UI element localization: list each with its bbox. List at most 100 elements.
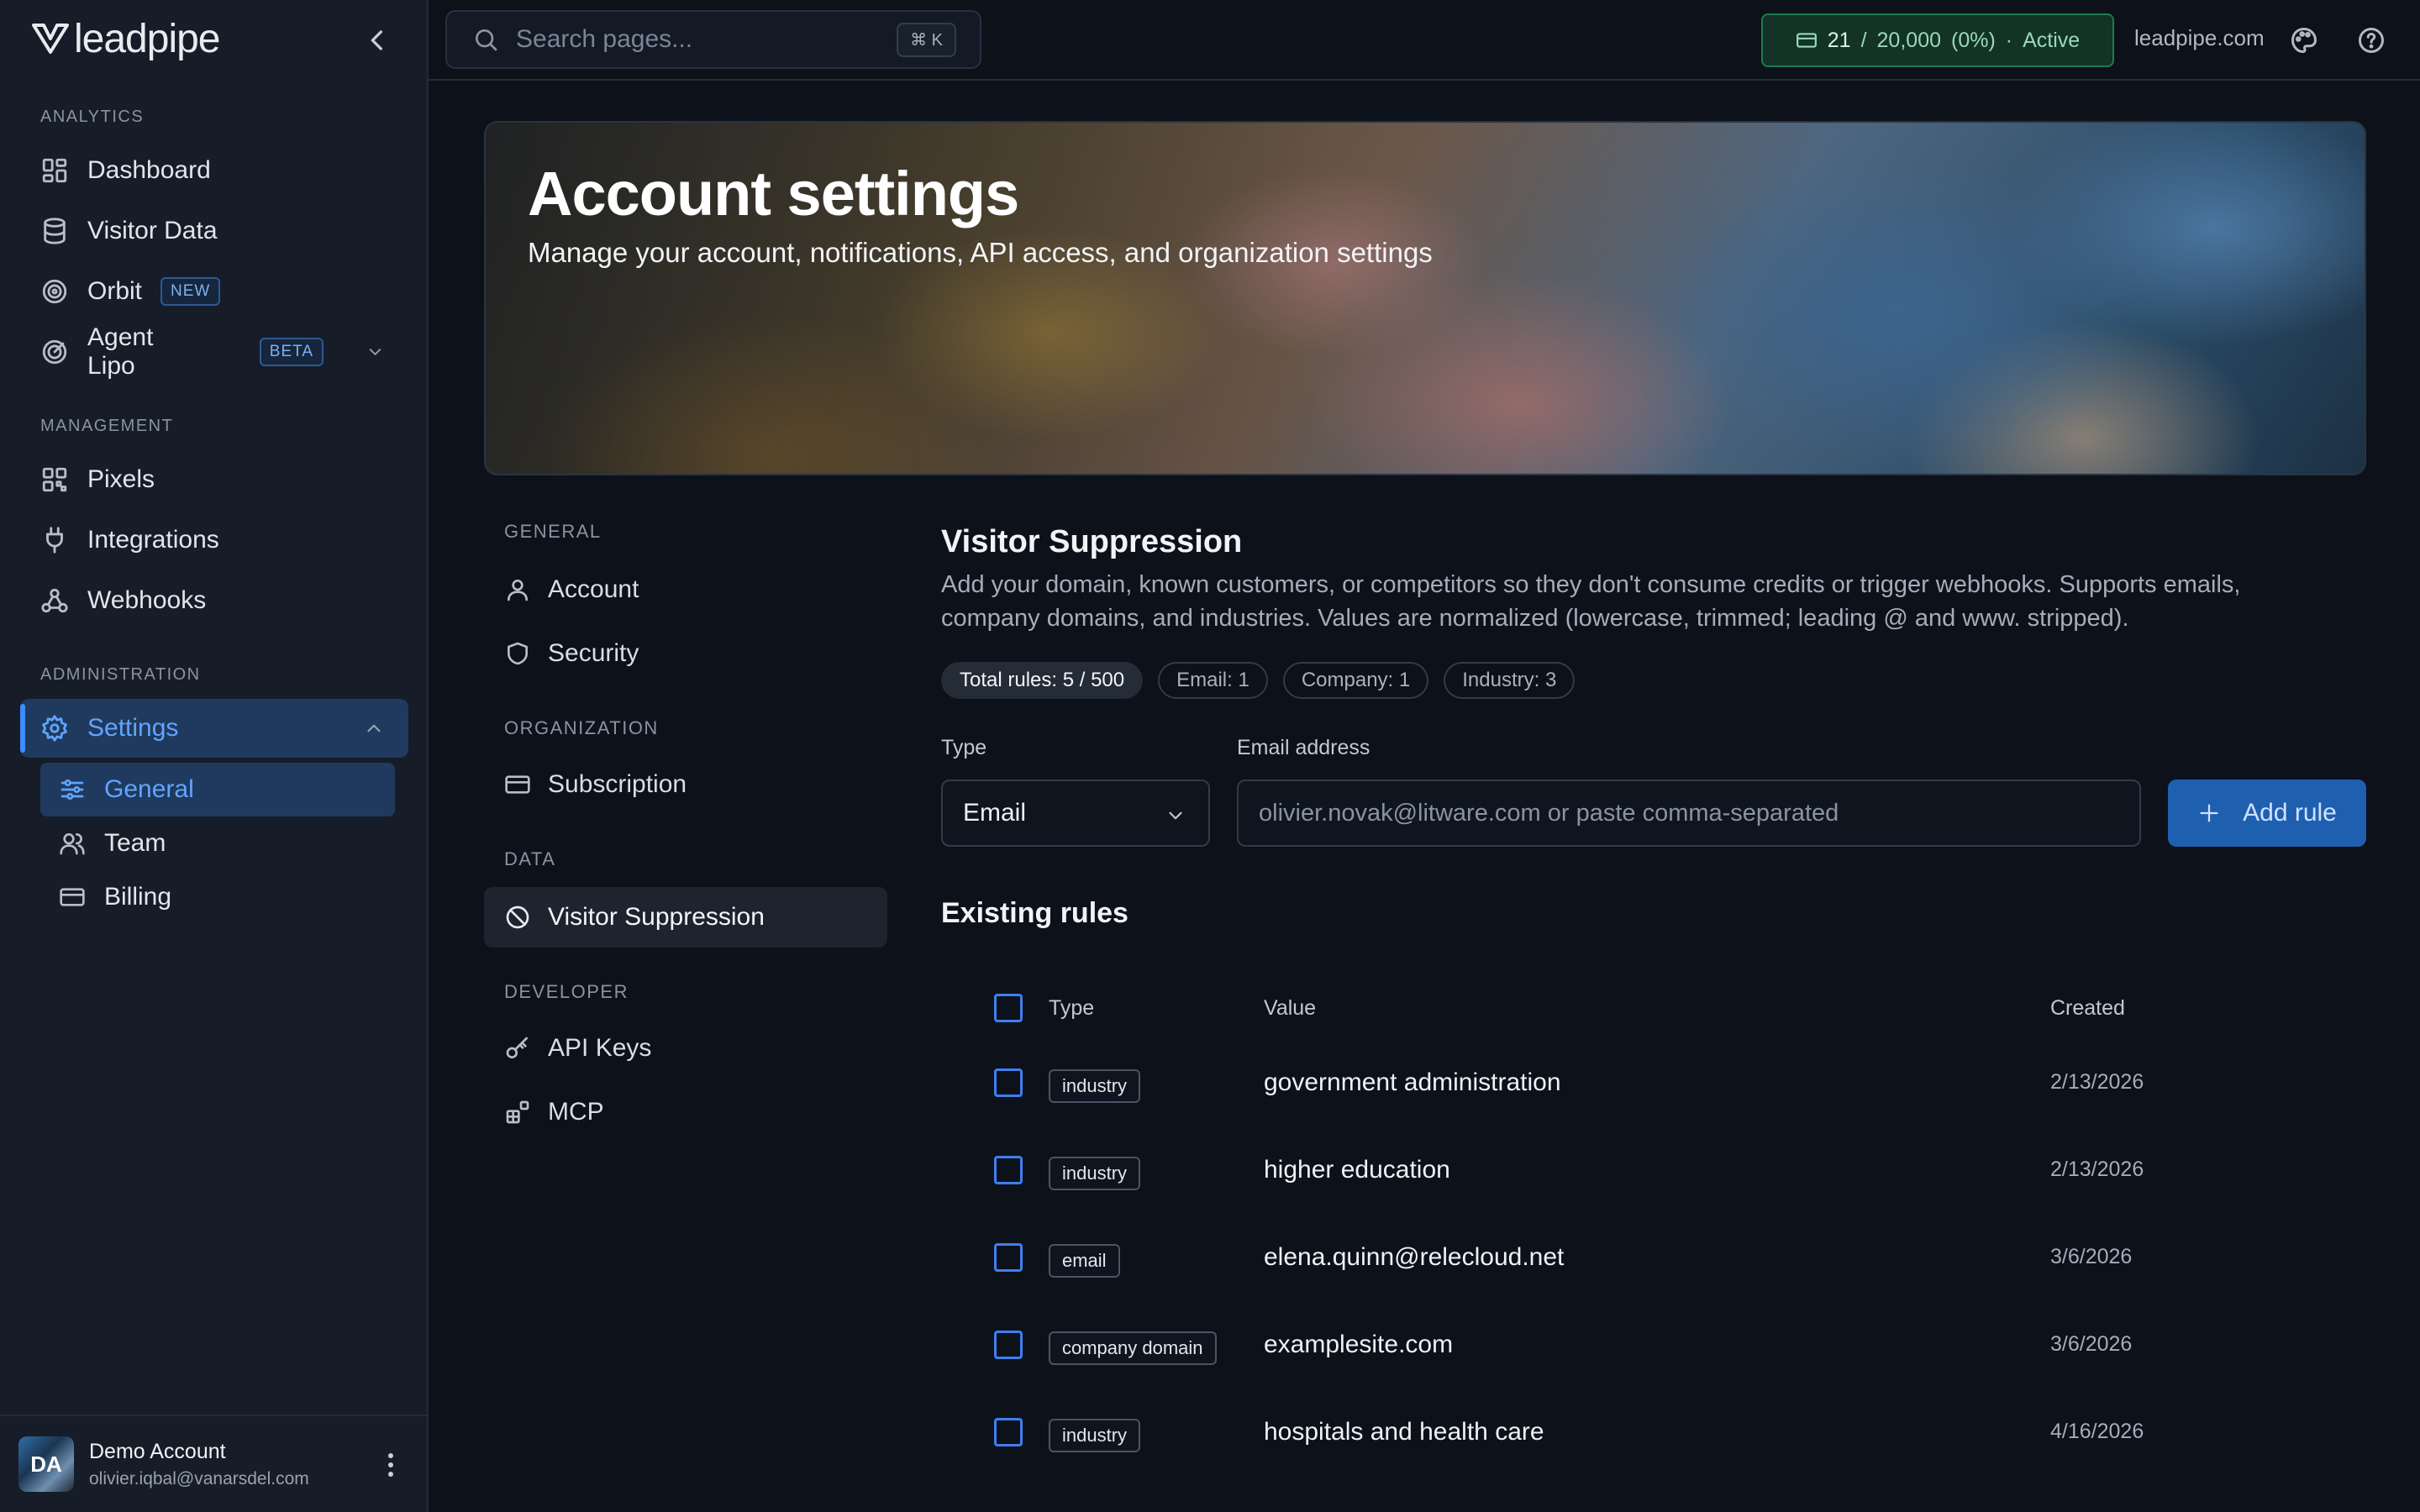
rule-count-chips: Total rules: 5 / 500 Email: 1 Company: 1… bbox=[941, 662, 1576, 699]
credits-dot: · bbox=[2005, 28, 2013, 52]
settings-nav-visitor-suppression[interactable]: Visitor Suppression bbox=[484, 887, 887, 948]
sidebar-item-label: Orbit bbox=[87, 277, 143, 305]
row-checkbox[interactable] bbox=[994, 1243, 1023, 1272]
sidebar-subitem-billing[interactable]: Billing bbox=[40, 870, 395, 924]
row-checkbox[interactable] bbox=[994, 1331, 1023, 1359]
dashboard-icon bbox=[42, 158, 67, 183]
existing-rules-title: Existing rules bbox=[941, 897, 1128, 929]
rule-value: examplesite.com bbox=[1264, 1331, 1454, 1358]
hero-banner: Account settings Manage your account, no… bbox=[484, 121, 2366, 475]
settings-nav-label: Account bbox=[548, 575, 639, 603]
gear-icon bbox=[42, 715, 67, 742]
shield-icon bbox=[508, 642, 528, 665]
add-rule-button[interactable]: Add rule bbox=[2168, 780, 2366, 847]
settings-nav-security[interactable]: Security bbox=[484, 623, 887, 684]
more-vertical-icon[interactable] bbox=[387, 1452, 395, 1478]
settings-nav-mcp[interactable]: MCP bbox=[484, 1082, 887, 1142]
plug-icon bbox=[46, 527, 63, 554]
rule-created-date: 3/6/2026 bbox=[2050, 1332, 2133, 1356]
section-title: Visitor Suppression bbox=[941, 524, 1243, 559]
section-label-management: MANAGEMENT bbox=[40, 417, 174, 435]
sidebar-item-agent-lipo[interactable]: Agent Lipo BETA bbox=[20, 323, 408, 381]
rule-type-tag: industry bbox=[1049, 1419, 1141, 1452]
email-address-input[interactable] bbox=[1237, 780, 2141, 847]
sidebar-item-label: Agent Lipo bbox=[87, 323, 154, 380]
chevron-left-icon bbox=[371, 30, 382, 50]
key-icon bbox=[506, 1037, 528, 1058]
sidebar-item-settings[interactable]: Settings bbox=[20, 699, 408, 758]
section-label-analytics: ANALYTICS bbox=[40, 108, 145, 126]
settings-nav-label: API Keys bbox=[548, 1034, 652, 1062]
sidebar-item-label: Pixels bbox=[87, 465, 155, 493]
add-rule-label: Add rule bbox=[2243, 799, 2337, 827]
credits-used: 21 bbox=[1827, 28, 1851, 52]
sidebar-item-label: Settings bbox=[87, 714, 179, 742]
webhook-icon bbox=[41, 588, 68, 613]
user-account-box[interactable]: DA Demo Account olivier.iqbal@vanarsdel.… bbox=[0, 1415, 429, 1512]
sidebar-item-webhooks[interactable]: Webhooks bbox=[20, 571, 408, 630]
sliders-icon bbox=[60, 780, 84, 800]
settings-nav-label: Security bbox=[548, 639, 639, 667]
credits-status-badge[interactable]: 21 / 20,000 (0%) · Active bbox=[1761, 13, 2114, 67]
settings-nav-label-organization: ORGANIZATION bbox=[504, 717, 659, 738]
credits-percent: (0%) bbox=[1951, 28, 1996, 52]
search-input[interactable] bbox=[516, 25, 869, 54]
collapse-sidebar-button[interactable] bbox=[361, 24, 395, 57]
search-box[interactable]: ⌘ K bbox=[445, 10, 981, 69]
select-all-checkbox[interactable] bbox=[994, 994, 1023, 1022]
sidebar-subitem-label: Team bbox=[104, 829, 166, 857]
brand-logo[interactable]: leadpipe bbox=[32, 17, 220, 61]
sidebar-subitem-general[interactable]: General bbox=[40, 763, 395, 816]
settings-nav-account[interactable]: Account bbox=[484, 559, 887, 620]
email-count-chip: Email: 1 bbox=[1158, 662, 1268, 699]
beta-badge: BETA bbox=[259, 338, 324, 366]
rule-created-date: 2/13/2026 bbox=[2050, 1158, 2144, 1181]
blocks-icon bbox=[506, 1100, 529, 1124]
user-name: Demo Account bbox=[89, 1439, 226, 1463]
total-rules-chip: Total rules: 5 / 500 bbox=[941, 662, 1144, 699]
sidebar-item-integrations[interactable]: Integrations bbox=[20, 511, 408, 570]
rule-created-date: 4/16/2026 bbox=[2050, 1420, 2144, 1443]
sidebar-item-orbit[interactable]: Orbit NEW bbox=[20, 262, 408, 321]
database-icon bbox=[44, 218, 66, 244]
help-button[interactable] bbox=[2356, 25, 2386, 55]
sidebar: leadpipe ANALYTICS Dashboard Visitor Dat… bbox=[0, 0, 429, 1512]
theme-button[interactable] bbox=[2289, 25, 2319, 55]
sidebar-subitem-team[interactable]: Team bbox=[40, 816, 395, 870]
chevron-down-icon[interactable] bbox=[366, 341, 385, 363]
rule-type-tag: industry bbox=[1049, 1157, 1141, 1190]
rule-type-tag: company domain bbox=[1049, 1331, 1217, 1365]
ban-icon bbox=[506, 906, 529, 929]
settings-nav-label: MCP bbox=[548, 1098, 604, 1126]
column-header-type: Type bbox=[1049, 996, 1095, 1020]
row-checkbox[interactable] bbox=[994, 1068, 1023, 1097]
settings-nav-label: Subscription bbox=[548, 770, 687, 798]
sidebar-item-dashboard[interactable]: Dashboard bbox=[20, 141, 408, 200]
users-icon bbox=[60, 833, 85, 855]
new-badge: NEW bbox=[160, 277, 221, 306]
plus-icon bbox=[2200, 804, 2218, 822]
row-checkbox[interactable] bbox=[994, 1418, 1023, 1446]
credit-card-icon bbox=[60, 888, 85, 906]
sidebar-item-pixels[interactable]: Pixels bbox=[20, 450, 408, 509]
domain-selector[interactable]: leadpipe.com bbox=[2134, 25, 2265, 51]
user-email: olivier.iqbal@vanarsdel.com bbox=[89, 1468, 309, 1488]
credits-separator: / bbox=[1860, 28, 1867, 52]
sidebar-item-label: Dashboard bbox=[87, 156, 211, 184]
row-checkbox[interactable] bbox=[994, 1156, 1023, 1184]
search-icon bbox=[476, 29, 497, 51]
industry-count-chip: Industry: 3 bbox=[1444, 662, 1576, 699]
type-label: Type bbox=[941, 736, 987, 759]
rule-type-tag: email bbox=[1049, 1244, 1120, 1278]
credit-card-icon bbox=[505, 775, 530, 794]
rule-type-select[interactable]: Email bbox=[941, 780, 1210, 847]
chevron-up-icon[interactable] bbox=[363, 717, 385, 739]
sidebar-item-visitor-data[interactable]: Visitor Data bbox=[20, 202, 408, 260]
settings-nav-api-keys[interactable]: API Keys bbox=[484, 1018, 887, 1079]
settings-nav-subscription[interactable]: Subscription bbox=[484, 754, 887, 815]
credits-total: 20,000 bbox=[1876, 28, 1941, 52]
settings-nav-label-developer: DEVELOPER bbox=[504, 981, 629, 1002]
rule-created-date: 2/13/2026 bbox=[2050, 1070, 2144, 1094]
rule-value: hospitals and health care bbox=[1264, 1418, 1544, 1446]
topbar: ⌘ K 21 / 20,000 (0%) · Active leadpipe.c… bbox=[429, 0, 2420, 81]
